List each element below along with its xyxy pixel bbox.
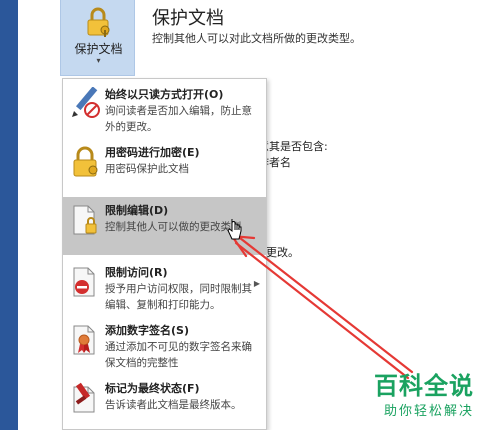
menu-item-title: 添加数字签名(S) bbox=[105, 324, 189, 337]
watermark-slogan: 助你轻松解决 bbox=[384, 404, 475, 419]
menu-item-mark-as-final[interactable]: 标记为最终状态(F) 告诉读者此文档是最终版本。 bbox=[63, 375, 266, 430]
document-lock-icon bbox=[73, 205, 97, 235]
menu-item-always-open-read-only[interactable]: 始终以只读方式打开(O) 询问读者是否加入编辑，防止意外的更改。 bbox=[63, 81, 266, 139]
menu-item-description: 用密码保护此文档 bbox=[105, 163, 189, 175]
menu-item-add-digital-signature[interactable]: 添加数字签名(S) 通过添加不可见的数字签名来确保文档的完整性 bbox=[63, 317, 266, 375]
protect-document-button[interactable]: 保护文档 ▾ bbox=[60, 0, 135, 76]
lock-key-icon bbox=[87, 7, 110, 37]
watermark: 百科全说 助你轻松解决 bbox=[364, 364, 498, 426]
pencil-no-icon bbox=[72, 87, 100, 118]
menu-item-title: 用密码进行加密(E) bbox=[105, 146, 200, 159]
section-description: 控制其他人可以对此文档所做的更改类型。 bbox=[152, 32, 361, 45]
menu-item-title: 限制编辑(D) bbox=[105, 204, 169, 217]
menu-item-description: 告诉读者此文档是最终版本。 bbox=[105, 399, 242, 411]
menu-item-encrypt-with-password[interactable]: 用密码进行加密(E) 用密码保护此文档 bbox=[63, 139, 266, 197]
menu-item-description: 询问读者是否加入编辑，防止意外的更改。 bbox=[105, 105, 252, 133]
chevron-down-icon: ▾ bbox=[96, 56, 101, 65]
menu-item-description: 通过添加不可见的数字签名来确保文档的完整性 bbox=[105, 341, 252, 369]
signature-ribbon-icon bbox=[73, 325, 95, 355]
menu-item-title: 始终以只读方式打开(O) bbox=[105, 88, 224, 101]
watermark-brand: 百科全说 bbox=[374, 372, 474, 400]
lock-icon bbox=[73, 146, 98, 177]
menu-item-title: 限制访问(R) bbox=[105, 266, 168, 279]
restrict-access-icon bbox=[73, 267, 95, 297]
mouse-cursor-icon bbox=[227, 219, 242, 240]
section-title: 保护文档 bbox=[152, 8, 224, 29]
menu-item-title: 标记为最终状态(F) bbox=[105, 382, 200, 395]
menu-item-description: 授予用户访问权限，同时限制其编辑、复制和打印能力。 bbox=[105, 283, 252, 311]
menu-item-restrict-access[interactable]: 限制访问(R) 授予用户访问权限，同时限制其编辑、复制和打印能力。 ▶ bbox=[63, 259, 266, 317]
protect-document-menu: 始终以只读方式打开(O) 询问读者是否加入编辑，防止意外的更改。 用密码进行加密… bbox=[62, 78, 267, 430]
submenu-arrow-icon: ▶ bbox=[253, 279, 260, 288]
protect-document-label: 保护文档 bbox=[74, 42, 123, 56]
background-text-fragment: 意其是否包含: bbox=[258, 140, 328, 153]
backstage-nav-strip bbox=[0, 0, 18, 430]
background-text-fragment: 更改。 bbox=[266, 246, 299, 259]
mark-final-icon bbox=[73, 382, 95, 413]
